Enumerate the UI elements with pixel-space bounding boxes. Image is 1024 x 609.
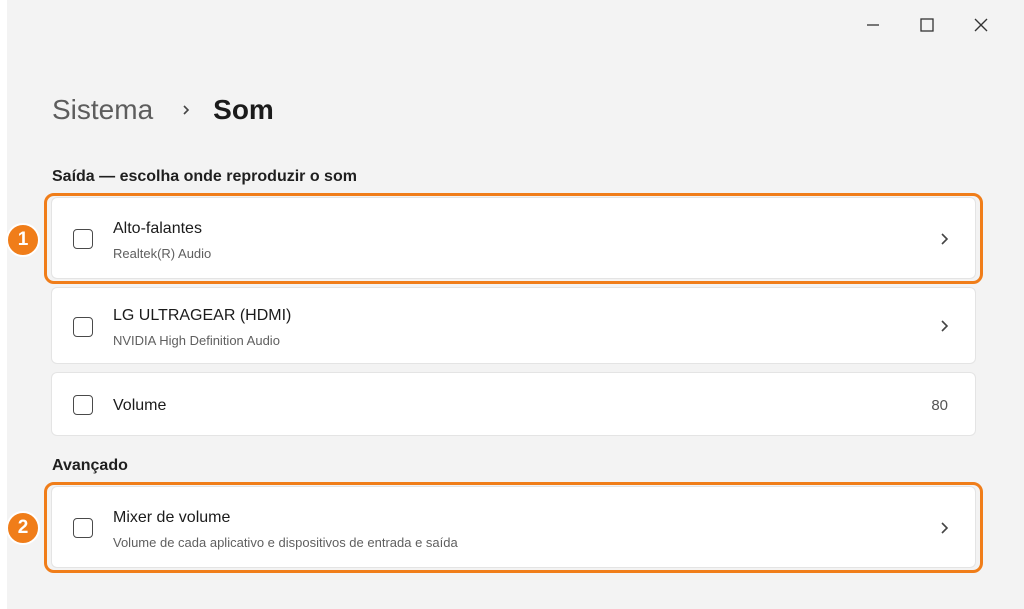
device-checkbox[interactable]: [73, 229, 93, 249]
device-title: LG ULTRAGEAR (HDMI): [113, 307, 292, 324]
mixer-checkbox[interactable]: [73, 518, 93, 538]
volume-checkbox[interactable]: [73, 395, 93, 415]
minimize-button[interactable]: [846, 10, 900, 40]
window-controls: [846, 10, 1008, 40]
step-badge-2: 2: [6, 511, 40, 545]
maximize-button[interactable]: [900, 10, 954, 40]
chevron-right-icon: [181, 103, 191, 117]
page-title: Som: [213, 94, 274, 125]
mixer-subtitle: Volume de cada aplicativo e dispositivos…: [113, 535, 458, 550]
device-subtitle: NVIDIA High Definition Audio: [113, 333, 280, 348]
step-badge-1: 1: [6, 223, 40, 257]
maximize-icon: [920, 18, 934, 32]
chevron-right-icon: [937, 232, 951, 246]
advanced-section-title: Avançado: [52, 457, 128, 474]
chevron-right-icon: [937, 521, 951, 535]
close-button[interactable]: [954, 10, 1008, 40]
device-subtitle: Realtek(R) Audio: [113, 246, 212, 261]
device-title: Alto-falantes: [113, 220, 202, 237]
minimize-icon: [867, 24, 879, 26]
close-icon: [974, 18, 988, 32]
output-device-speakers[interactable]: Alto-falantes Realtek(R) Audio: [51, 197, 976, 279]
left-edge: [0, 0, 7, 609]
device-checkbox[interactable]: [73, 317, 93, 337]
breadcrumb-parent[interactable]: Sistema: [52, 94, 153, 126]
chevron-right-icon: [937, 319, 951, 333]
mixer-title: Mixer de volume: [113, 509, 231, 526]
volume-row[interactable]: Volume 80: [51, 372, 976, 436]
breadcrumb: Sistema Som: [52, 90, 274, 130]
output-device-hdmi[interactable]: LG ULTRAGEAR (HDMI) NVIDIA High Definiti…: [51, 287, 976, 364]
output-section-title: Saída — escolha onde reproduzir o som: [52, 168, 357, 185]
volume-value: 80: [931, 397, 948, 414]
volume-label: Volume: [113, 397, 167, 414]
volume-mixer-row[interactable]: Mixer de volume Volume de cada aplicativ…: [51, 486, 976, 568]
